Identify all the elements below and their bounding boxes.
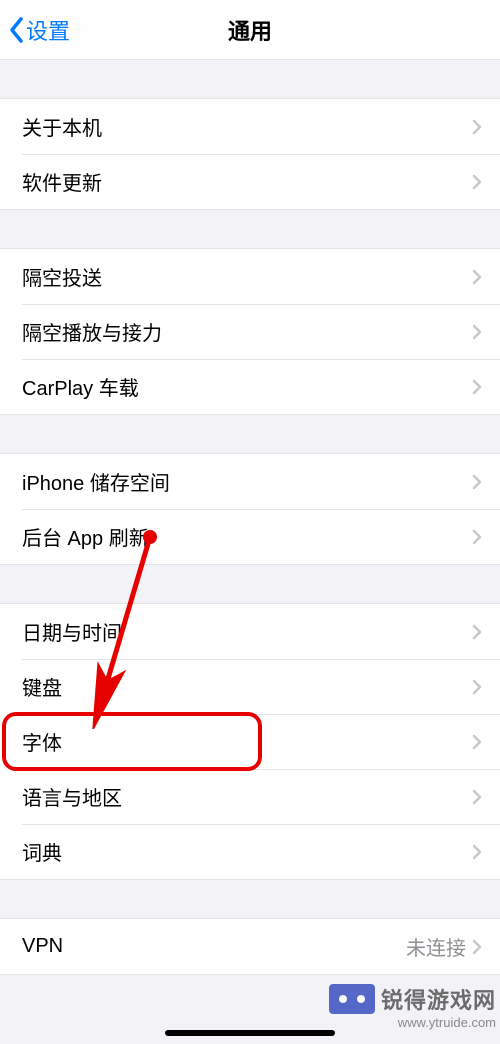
row-label: 语言与地区 <box>22 782 472 811</box>
row-fonts[interactable]: 字体 <box>0 714 500 769</box>
settings-group: 关于本机软件更新 <box>0 98 500 210</box>
home-indicator <box>165 1030 335 1036</box>
chevron-right-icon <box>472 734 482 750</box>
row-storage[interactable]: iPhone 储存空间 <box>0 454 500 509</box>
row-label: 键盘 <box>22 672 472 701</box>
row-vpn[interactable]: VPN未连接 <box>0 919 500 974</box>
group-spacer <box>0 565 500 603</box>
watermark: 锐得游戏网 www.ytruide.com <box>329 983 500 1030</box>
group-spacer <box>0 210 500 248</box>
row-carplay[interactable]: CarPlay 车载 <box>0 359 500 414</box>
row-label: iPhone 储存空间 <box>22 467 472 496</box>
row-label: VPN <box>22 935 406 958</box>
chevron-right-icon <box>472 474 482 490</box>
page-title: 通用 <box>0 14 500 46</box>
row-dict[interactable]: 词典 <box>0 824 500 879</box>
row-about[interactable]: 关于本机 <box>0 99 500 154</box>
settings-group: iPhone 储存空间后台 App 刷新 <box>0 453 500 565</box>
chevron-right-icon <box>472 844 482 860</box>
row-label: 字体 <box>22 727 472 756</box>
row-label: 日期与时间 <box>22 617 472 646</box>
row-airplay[interactable]: 隔空播放与接力 <box>0 304 500 359</box>
row-label: CarPlay 车载 <box>22 372 472 401</box>
chevron-right-icon <box>472 624 482 640</box>
settings-group: 隔空投送隔空播放与接力 CarPlay 车载 <box>0 248 500 415</box>
chevron-right-icon <box>472 174 482 190</box>
row-label: 后台 App 刷新 <box>22 522 472 551</box>
chevron-right-icon <box>472 789 482 805</box>
group-spacer <box>0 415 500 453</box>
back-label: 设置 <box>26 14 70 46</box>
chevron-right-icon <box>472 679 482 695</box>
row-label: 关于本机 <box>22 112 472 141</box>
gamepad-icon <box>329 984 375 1014</box>
group-spacer <box>0 880 500 918</box>
watermark-url: www.ytruide.com <box>398 1015 500 1030</box>
chevron-right-icon <box>472 379 482 395</box>
settings-content: 关于本机软件更新隔空投送隔空播放与接力 CarPlay 车载 iPhone 储存空间… <box>0 60 500 975</box>
chevron-right-icon <box>472 324 482 340</box>
back-button[interactable]: 设置 <box>0 14 70 46</box>
settings-group: 日期与时间键盘字体语言与地区词典 <box>0 603 500 880</box>
watermark-brand: 锐得游戏网 <box>381 983 496 1015</box>
group-spacer <box>0 60 500 98</box>
chevron-left-icon <box>8 16 26 44</box>
chevron-right-icon <box>472 529 482 545</box>
navbar: 设置 通用 <box>0 0 500 60</box>
row-label: 词典 <box>22 837 472 866</box>
chevron-right-icon <box>472 119 482 135</box>
settings-group: VPN未连接 <box>0 918 500 975</box>
row-datetime[interactable]: 日期与时间 <box>0 604 500 659</box>
row-langreg[interactable]: 语言与地区 <box>0 769 500 824</box>
row-keyboard[interactable]: 键盘 <box>0 659 500 714</box>
row-bgrefresh[interactable]: 后台 App 刷新 <box>0 509 500 564</box>
chevron-right-icon <box>472 939 482 955</box>
row-value: 未连接 <box>406 932 466 961</box>
row-label: 隔空播放与接力 <box>22 317 472 346</box>
row-update[interactable]: 软件更新 <box>0 154 500 209</box>
row-airdrop[interactable]: 隔空投送 <box>0 249 500 304</box>
chevron-right-icon <box>472 269 482 285</box>
row-label: 软件更新 <box>22 167 472 196</box>
row-label: 隔空投送 <box>22 262 472 291</box>
